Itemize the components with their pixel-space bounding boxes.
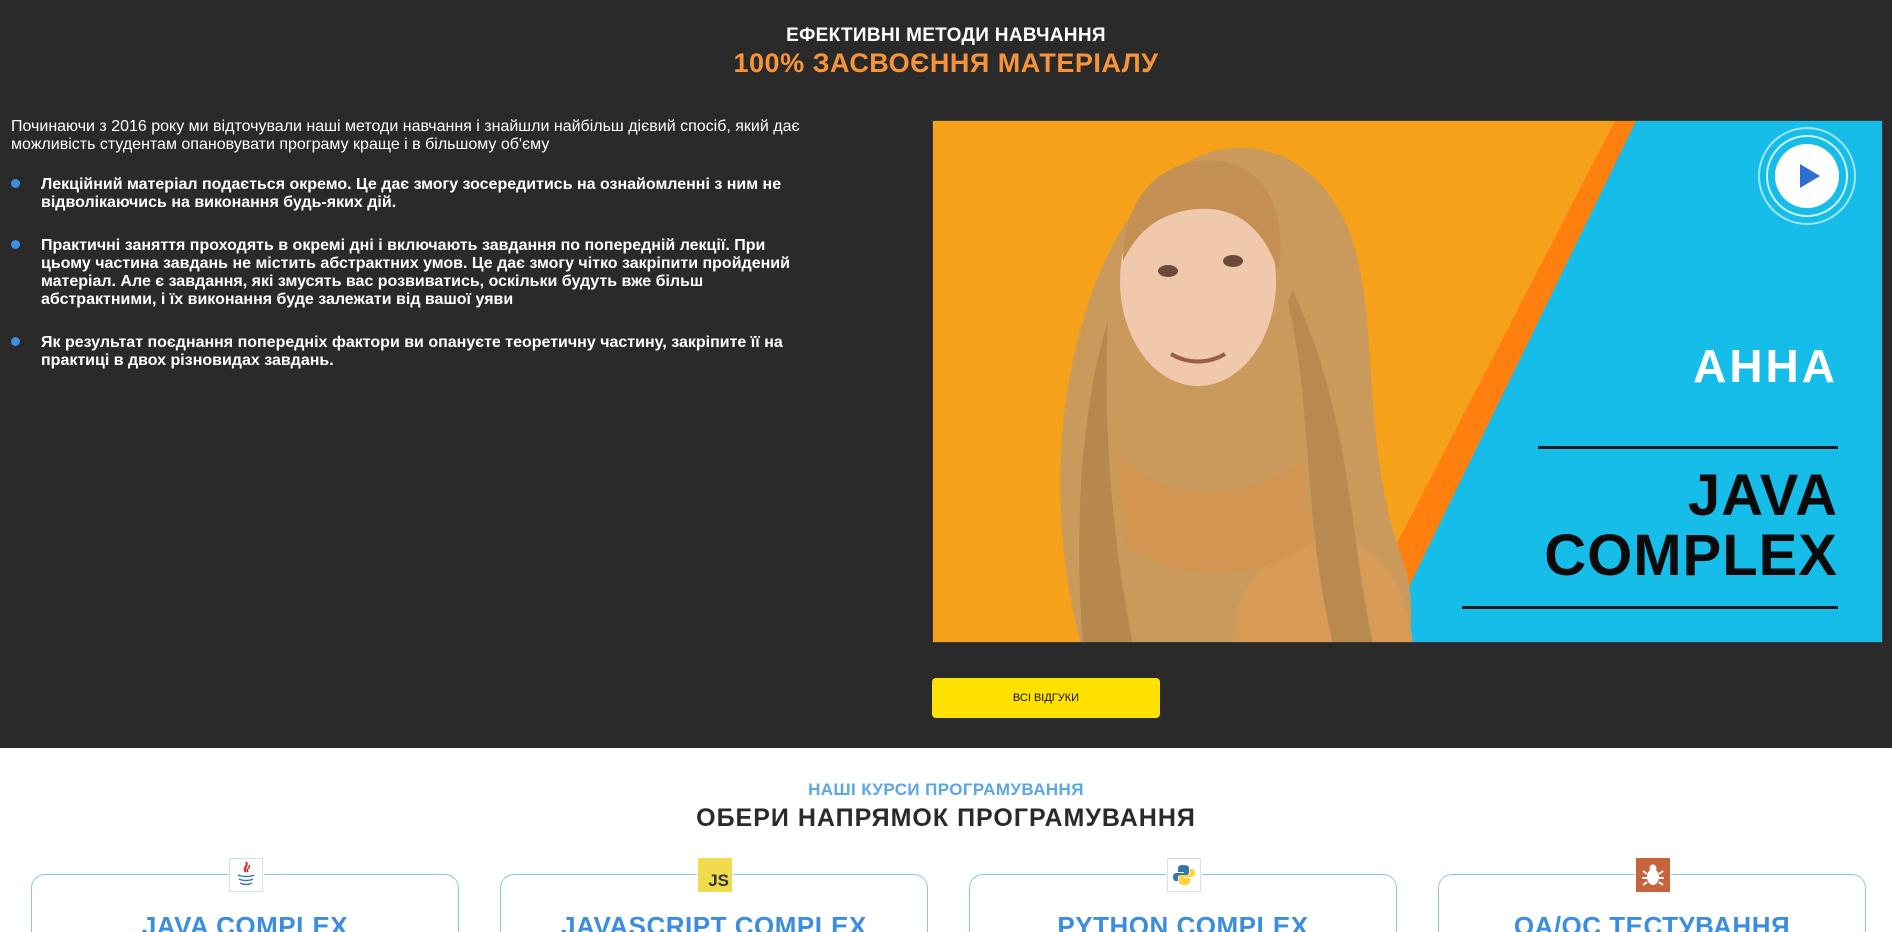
course-card-javascript[interactable]: JS JAVASCRIPT COMPLEX <box>500 857 928 932</box>
play-button[interactable] <box>1758 127 1856 225</box>
java-icon <box>228 857 264 893</box>
video-student-name: АННА <box>1693 340 1838 392</box>
video-course-title: JAVA COMPLEX <box>1544 466 1838 586</box>
course-card-java[interactable]: JAVA COMPLEX <box>31 857 459 932</box>
js-icon: JS <box>697 857 733 893</box>
bullet-dot-icon <box>11 337 20 346</box>
methods-bullet-text: Як результат поєднання попередніх фактор… <box>41 334 783 369</box>
methods-bullet: Лекційний матеріал подається окремо. Це … <box>11 176 811 212</box>
methods-section: ЕФЕКТИВНІ МЕТОДИ НАВЧАННЯ 100% ЗАСВОЄННЯ… <box>0 0 1892 748</box>
course-card-python[interactable]: PYTHON COMPLEX <box>969 857 1397 932</box>
methods-headline: 100% ЗАСВОЄННЯ МАТЕРІАЛУ <box>733 48 1159 78</box>
methods-bullet-text: Лекційний матеріал подається окремо. Це … <box>41 176 782 211</box>
play-button-core <box>1775 144 1839 208</box>
video-course-line: COMPLEX <box>1544 523 1838 588</box>
course-card-title: PYTHON COMPLEX <box>1057 911 1309 932</box>
course-card-qa[interactable]: QA/QC ТЕСТУВАННЯ <box>1438 857 1866 932</box>
bullet-dot-icon <box>11 240 20 249</box>
python-icon <box>1166 857 1202 893</box>
js-icon-label: JS <box>708 871 729 890</box>
methods-intro: Починаючи з 2016 року ми відточували наш… <box>11 118 800 153</box>
review-video-thumbnail[interactable]: АННА JAVA COMPLEX <box>932 120 1883 643</box>
course-card-title: QA/QC ТЕСТУВАННЯ <box>1513 911 1791 932</box>
methods-eyebrow: ЕФЕКТИВНІ МЕТОДИ НАВЧАННЯ <box>786 25 1106 46</box>
methods-bullet-text: Практичні заняття проходять в окремі дні… <box>41 237 790 308</box>
all-reviews-button[interactable]: ВСІ ВІДГУКИ <box>932 678 1160 718</box>
courses-title: ОБЕРИ НАПРЯМОК ПРОГРАМУВАННЯ <box>696 804 1196 832</box>
bullet-dot-icon <box>11 179 20 188</box>
play-button-ring <box>1766 135 1848 217</box>
methods-bullet: Практичні заняття проходять в окремі дні… <box>11 237 811 309</box>
methods-bullet-list: Лекційний матеріал подається окремо. Це … <box>11 176 811 395</box>
video-course-line: JAVA <box>1687 463 1838 528</box>
courses-eyebrow: НАШІ КУРСИ ПРОГРАМУВАННЯ <box>808 780 1084 799</box>
course-card-title: JAVASCRIPT COMPLEX <box>561 911 867 932</box>
course-card-title: JAVA COMPLEX <box>141 911 349 932</box>
video-divider-top <box>1538 446 1838 449</box>
bug-icon <box>1635 857 1671 893</box>
play-icon <box>1800 164 1820 188</box>
video-divider-bottom <box>1462 606 1838 609</box>
methods-bullet: Як результат поєднання попередніх фактор… <box>11 334 811 370</box>
